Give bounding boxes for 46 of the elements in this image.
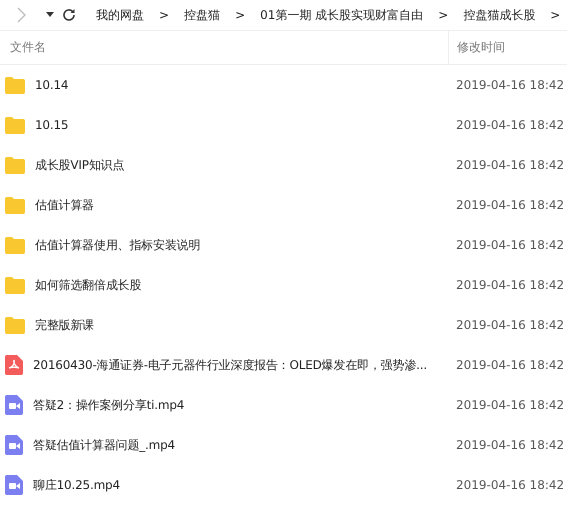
caret-icon [46,12,54,18]
video-file-icon [5,395,23,415]
folder-icon [5,196,25,214]
breadcrumb-link[interactable]: 我的网盘 [96,6,144,24]
modified-time: 2019-04-16 18:42 [455,238,564,252]
breadcrumb-separator: > [438,8,448,22]
breadcrumb-separator: > [550,8,560,22]
breadcrumb-link[interactable]: 01第一期 成长股实现财富自由 [260,6,424,24]
file-name[interactable]: 答疑估值计算器问题_.mp4 [33,436,175,454]
modified-time: 2019-04-16 18:42 [455,158,564,172]
modified-time: 2019-04-16 18:42 [455,118,564,132]
folder-icon [5,76,25,94]
video-file-icon [5,435,23,455]
pdf-file-icon [5,355,23,375]
folder-icon [5,316,25,334]
file-name[interactable]: 成长股VIP知识点 [35,156,124,174]
folder-icon [5,156,25,174]
refresh-icon [62,8,76,22]
file-name[interactable]: 估值计算器 [35,196,94,214]
modified-time: 2019-04-16 18:42 [455,198,564,212]
video-file-icon [5,475,23,495]
breadcrumb-separator: > [235,8,246,22]
file-name[interactable]: 完整版新课 [35,316,94,334]
column-header[interactable]: 修改时间 [449,31,567,64]
breadcrumb-link[interactable]: 控盘猫 [184,6,220,24]
file-name[interactable]: 20160430-海通证券-电子元器件行业深度报告：OLED爆发在即，强势渗... [33,356,427,374]
file-name[interactable]: 10.15 [35,118,68,132]
file-name[interactable]: 答疑2：操作案例分享ti.mp4 [33,396,184,414]
modified-time: 2019-04-16 18:42 [455,478,564,492]
modified-time: 2019-04-16 18:42 [455,78,564,92]
file-name[interactable]: 如何筛选翻倍成长股 [35,276,142,294]
file-name[interactable]: 聊庄10.25.mp4 [33,476,120,494]
folder-icon [5,116,25,134]
file-name[interactable]: 10.14 [35,78,68,92]
modified-time: 2019-04-16 18:42 [455,438,564,452]
folder-icon [5,236,25,254]
breadcrumb-separator: > [159,8,170,22]
column-header[interactable]: 文件名 [0,31,449,64]
chevron-right-icon [16,7,26,23]
modified-time: 2019-04-16 18:42 [455,398,564,412]
modified-time: 2019-04-16 18:42 [455,318,564,332]
modified-time: 2019-04-16 18:42 [455,278,564,292]
file-name[interactable]: 估值计算器使用、指标安装说明 [35,236,200,254]
modified-time: 2019-04-16 18:42 [455,358,564,372]
folder-icon [5,276,25,294]
breadcrumb-link[interactable]: 控盘猫成长股 [463,6,536,24]
